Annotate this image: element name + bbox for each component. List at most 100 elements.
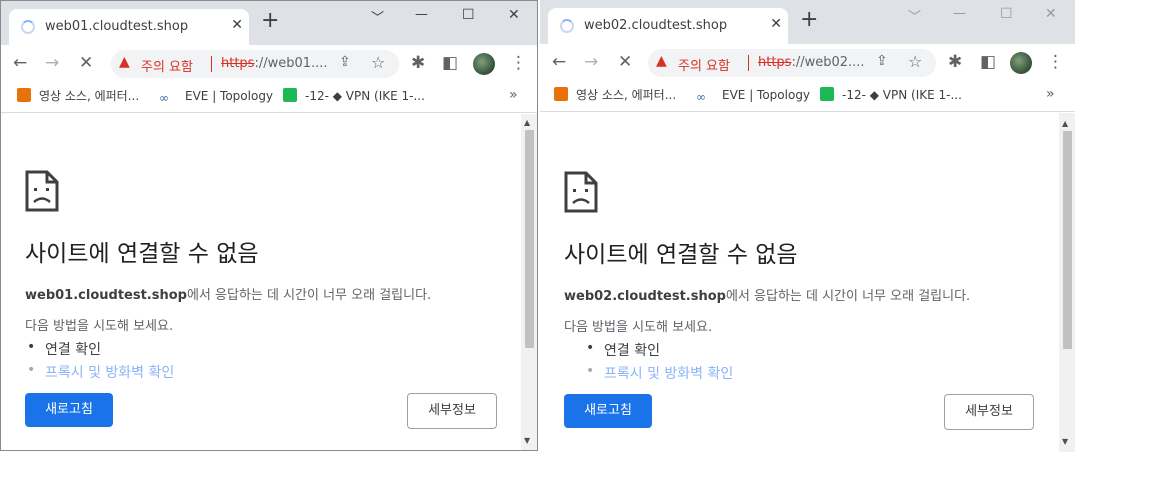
scroll-up-icon[interactable]: ▲ [524, 118, 530, 127]
bookmark-label: 영상 소스, 에퍼터... [39, 89, 140, 103]
url-scheme: https [758, 55, 792, 70]
bookmark-item[interactable]: ∞ EVE | Topology [696, 86, 810, 104]
menu-icon[interactable]: ⋮ [510, 52, 527, 74]
bookmark-label: -12- ◆ VPN (IKE 1-... [305, 89, 425, 103]
warning-icon[interactable]: ▲ [119, 54, 130, 70]
new-tab-button[interactable]: + [261, 10, 279, 32]
url-host: ://web02.... [791, 55, 865, 70]
loading-spinner-icon [21, 20, 35, 34]
bookmarks-more-icon[interactable]: » [509, 87, 518, 103]
address-bar[interactable]: ▲ 주의 요함 https://web02.... ⇪ ☆ [648, 49, 936, 77]
suggestion-check-proxy-link[interactable]: 프록시 및 방화벽 확인 [586, 363, 733, 383]
warning-icon[interactable]: ▲ [656, 53, 667, 69]
bookmark-favicon-icon [554, 87, 568, 101]
profile-avatar[interactable] [473, 53, 495, 75]
bookmark-item[interactable]: 영상 소스, 에퍼터... [17, 87, 139, 105]
sad-page-icon [25, 170, 59, 212]
profile-avatar[interactable] [1010, 52, 1032, 74]
reload-button[interactable]: 새로고침 [25, 393, 113, 427]
bookmark-label: EVE | Topology [185, 89, 274, 103]
error-suffix: 에서 응답하는 데 시간이 너무 오래 걸립니다. [725, 289, 971, 304]
page-content: 사이트에 연결할 수 없음 web02.cloudtest.shop에서 응답하… [540, 113, 1059, 452]
side-panel-icon[interactable]: ◧ [442, 52, 458, 74]
details-button[interactable]: 세부정보 [944, 394, 1034, 430]
toolbar: ← → ✕ ▲ 주의 요함 https://web02.... ⇪ ☆ ✱ ◧ … [540, 44, 1075, 80]
stop-loading-button[interactable]: ✕ [618, 51, 632, 73]
error-host: web01.cloudtest.shop [25, 288, 187, 303]
error-suffix: 에서 응답하는 데 시간이 너무 오래 걸립니다. [186, 288, 432, 303]
error-title: 사이트에 연결할 수 없음 [25, 241, 259, 267]
details-button[interactable]: 세부정보 [407, 393, 497, 429]
forward-button[interactable]: → [45, 52, 59, 74]
bookmark-item[interactable]: ∞ EVE | Topology [159, 87, 273, 105]
bookmark-item[interactable]: -12- ◆ VPN (IKE 1-... [820, 86, 962, 104]
address-bar[interactable]: ▲ 주의 요함 https://web01.... ⇪ ☆ [111, 50, 399, 78]
minimize-button[interactable]: — [953, 6, 966, 21]
toolbar: ← → ✕ ▲ 주의 요함 https://web01.... ⇪ ☆ ✱ ◧ … [1, 45, 537, 81]
maximize-button[interactable]: ☐ [1000, 6, 1013, 22]
scrollbar[interactable]: ▲ ▼ [1059, 113, 1075, 452]
tab-search-icon[interactable]: ﹀ [371, 7, 384, 26]
url-scheme: https [221, 56, 255, 71]
loading-spinner-icon [560, 19, 574, 33]
bookmark-star-icon[interactable]: ☆ [371, 53, 385, 72]
error-host: web02.cloudtest.shop [564, 289, 726, 304]
try-heading: 다음 방법을 시도해 보세요. [564, 320, 713, 335]
share-icon[interactable]: ⇪ [876, 53, 888, 69]
scroll-thumb[interactable] [1063, 131, 1072, 349]
extensions-icon[interactable]: ✱ [411, 52, 425, 74]
bookmark-label: EVE | Topology [722, 88, 811, 102]
bookmark-label: -12- ◆ VPN (IKE 1-... [842, 88, 962, 102]
maximize-button[interactable]: ☐ [462, 7, 475, 23]
reload-button[interactable]: 새로고침 [564, 394, 652, 428]
scroll-up-icon[interactable]: ▲ [1062, 119, 1068, 128]
back-button[interactable]: ← [13, 52, 27, 74]
minimize-button[interactable]: — [415, 7, 428, 22]
bookmark-favicon-icon [17, 88, 31, 102]
bookmark-item[interactable]: 영상 소스, 에퍼터... [554, 86, 676, 104]
suggestion-check-connection: 연결 확인 [586, 340, 660, 360]
try-heading: 다음 방법을 시도해 보세요. [25, 319, 174, 334]
stop-loading-button[interactable]: ✕ [79, 52, 93, 74]
back-button[interactable]: ← [552, 51, 566, 73]
page-content: 사이트에 연결할 수 없음 web01.cloudtest.shop에서 응답하… [1, 114, 521, 450]
sad-page-icon [564, 171, 598, 213]
scrollbar[interactable]: ▲ ▼ [521, 114, 537, 450]
error-message: web01.cloudtest.shop에서 응답하는 데 시간이 너무 오래 … [25, 284, 431, 303]
bookmark-item[interactable]: -12- ◆ VPN (IKE 1-... [283, 87, 425, 105]
side-panel-icon[interactable]: ◧ [980, 51, 996, 73]
error-message: web02.cloudtest.shop에서 응답하는 데 시간이 너무 오래 … [564, 285, 970, 304]
eve-icon: ∞ [696, 90, 706, 104]
bookmarks-bar: 영상 소스, 에퍼터... ∞ EVE | Topology -12- ◆ VPN… [1, 81, 537, 113]
tab-web01[interactable]: web01.cloudtest.shop ✕ [9, 9, 249, 45]
tab-search-icon[interactable]: ﹀ [908, 6, 921, 25]
divider [748, 55, 749, 71]
tab-title: web02.cloudtest.shop [584, 18, 728, 33]
bookmark-star-icon[interactable]: ☆ [908, 52, 922, 71]
suggestion-check-connection: 연결 확인 [27, 339, 101, 359]
chat-icon [820, 87, 834, 101]
menu-icon[interactable]: ⋮ [1047, 51, 1064, 73]
scroll-down-icon[interactable]: ▼ [1062, 437, 1068, 446]
close-window-button[interactable]: ✕ [508, 7, 520, 23]
tab-close-icon[interactable]: ✕ [231, 17, 243, 33]
bookmarks-more-icon[interactable]: » [1046, 86, 1055, 102]
extensions-icon[interactable]: ✱ [948, 51, 962, 73]
close-window-button[interactable]: ✕ [1045, 6, 1057, 22]
url-text[interactable]: https://web02.... [758, 55, 865, 70]
not-secure-label[interactable]: 주의 요함 [678, 55, 730, 74]
tab-title: web01.cloudtest.shop [45, 19, 189, 34]
error-title: 사이트에 연결할 수 없음 [564, 242, 798, 268]
share-icon[interactable]: ⇪ [339, 54, 351, 70]
not-secure-label[interactable]: 주의 요함 [141, 56, 193, 75]
new-tab-button[interactable]: + [800, 9, 818, 31]
scroll-thumb[interactable] [525, 130, 534, 348]
forward-button[interactable]: → [584, 51, 598, 73]
chat-icon [283, 88, 297, 102]
tab-web02[interactable]: web02.cloudtest.shop ✕ [548, 8, 788, 44]
tab-close-icon[interactable]: ✕ [770, 16, 782, 32]
scroll-down-icon[interactable]: ▼ [524, 436, 530, 445]
suggestion-check-proxy-link[interactable]: 프록시 및 방화벽 확인 [27, 362, 174, 382]
title-bar: web01.cloudtest.shop ✕ + ﹀ — ☐ ✕ [1, 1, 537, 45]
url-text[interactable]: https://web01.... [221, 56, 328, 71]
